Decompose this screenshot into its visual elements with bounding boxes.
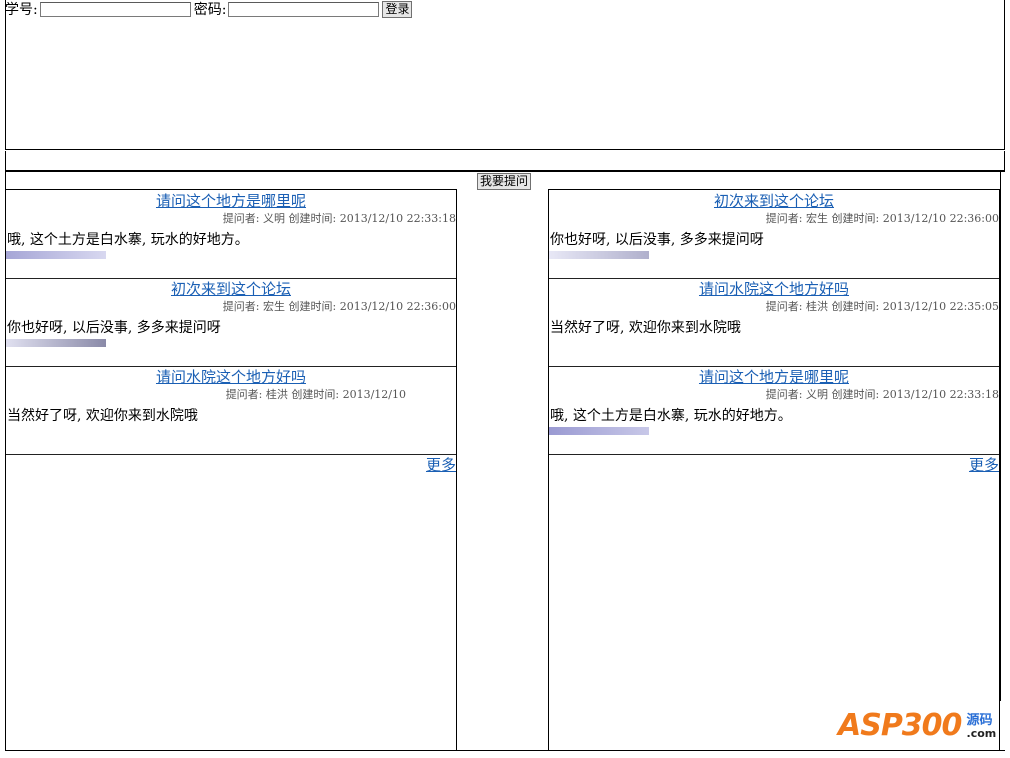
question-title-link[interactable]: 初次来到这个论坛	[549, 190, 999, 211]
right-question-panel: 初次来到这个论坛 提问者: 宏生 创建时间: 2013/12/10 22:36:…	[548, 189, 1000, 751]
question-answer: 你也好呀, 以后没事, 多多来提问呀	[7, 320, 221, 336]
question-answer: 当然好了呀, 欢迎你来到水院哦	[550, 320, 741, 336]
question-title-link[interactable]: 请问这个地方是哪里呢	[549, 366, 999, 387]
question-meta: 提问者: 宏生 创建时间: 2013/12/10 22:36:00	[222, 300, 456, 313]
separator-band	[5, 151, 1005, 171]
question-title-link[interactable]: 请问水院这个地方好吗	[6, 366, 456, 387]
left-question-panel: 请问这个地方是哪里呢 提问者: 义明 创建时间: 2013/12/10 22:3…	[5, 189, 457, 751]
ask-question-button[interactable]: 我要提问	[477, 173, 532, 190]
question-item: 初次来到这个论坛 提问者: 宏生 创建时间: 2013/12/10 22:36:…	[549, 190, 999, 279]
login-row: 学号: 密码: 登录	[5, 0, 413, 18]
more-link[interactable]: 更多	[426, 454, 456, 475]
question-meta: 提问者: 义明 创建时间: 2013/12/10 22:33:18	[765, 388, 999, 401]
watermark-sub-text: 源码	[966, 713, 993, 728]
question-item: 初次来到这个论坛 提问者: 宏生 创建时间: 2013/12/10 22:36:…	[6, 278, 456, 367]
login-button[interactable]: 登录	[382, 0, 413, 18]
password-label: 密码:	[193, 2, 227, 18]
student-id-input[interactable]	[39, 1, 191, 17]
more-link[interactable]: 更多	[969, 454, 999, 475]
question-meta: 提问者: 义明 创建时间: 2013/12/10 22:33:18	[222, 212, 456, 225]
right-border	[1000, 171, 1001, 701]
asp300-watermark-logo: ASP300 源码 .com	[838, 708, 1000, 752]
question-answer: 你也好呀, 以后没事, 多多来提问呀	[550, 232, 764, 248]
question-title-link[interactable]: 请问这个地方是哪里呢	[6, 190, 456, 211]
question-answer: 哦, 这个土方是白水寨, 玩水的好地方。	[7, 232, 249, 248]
login-frame	[5, 0, 1005, 150]
decorative-bar	[6, 339, 106, 347]
password-input[interactable]	[228, 1, 380, 17]
decorative-bar	[6, 251, 106, 259]
question-item: 请问水院这个地方好吗 提问者: 桂洪 创建时间: 2013/12/10 22:3…	[549, 278, 999, 367]
question-item: 请问这个地方是哪里呢 提问者: 义明 创建时间: 2013/12/10 22:3…	[549, 366, 999, 455]
question-answer: 当然好了呀, 欢迎你来到水院哦	[7, 408, 198, 424]
decorative-bar	[549, 251, 649, 259]
question-meta: 提问者: 宏生 创建时间: 2013/12/10 22:36:00	[765, 212, 999, 225]
question-item: 请问水院这个地方好吗 提问者: 桂洪 创建时间: 2013/12/10 当然好了…	[6, 366, 456, 455]
student-id-label: 学号:	[5, 2, 38, 18]
question-item: 请问这个地方是哪里呢 提问者: 义明 创建时间: 2013/12/10 22:3…	[6, 190, 456, 279]
question-title-link[interactable]: 请问水院这个地方好吗	[549, 278, 999, 299]
watermark-main-text: ASP300	[838, 708, 962, 743]
watermark-domain-text: .com	[966, 727, 997, 740]
question-meta: 提问者: 桂洪 创建时间: 2013/12/10 22:35:05	[765, 300, 999, 313]
question-meta: 提问者: 桂洪 创建时间: 2013/12/10	[225, 388, 406, 401]
question-title-link[interactable]: 初次来到这个论坛	[6, 278, 456, 299]
decorative-bar	[549, 427, 649, 435]
question-answer: 哦, 这个土方是白水寨, 玩水的好地方。	[550, 408, 792, 424]
